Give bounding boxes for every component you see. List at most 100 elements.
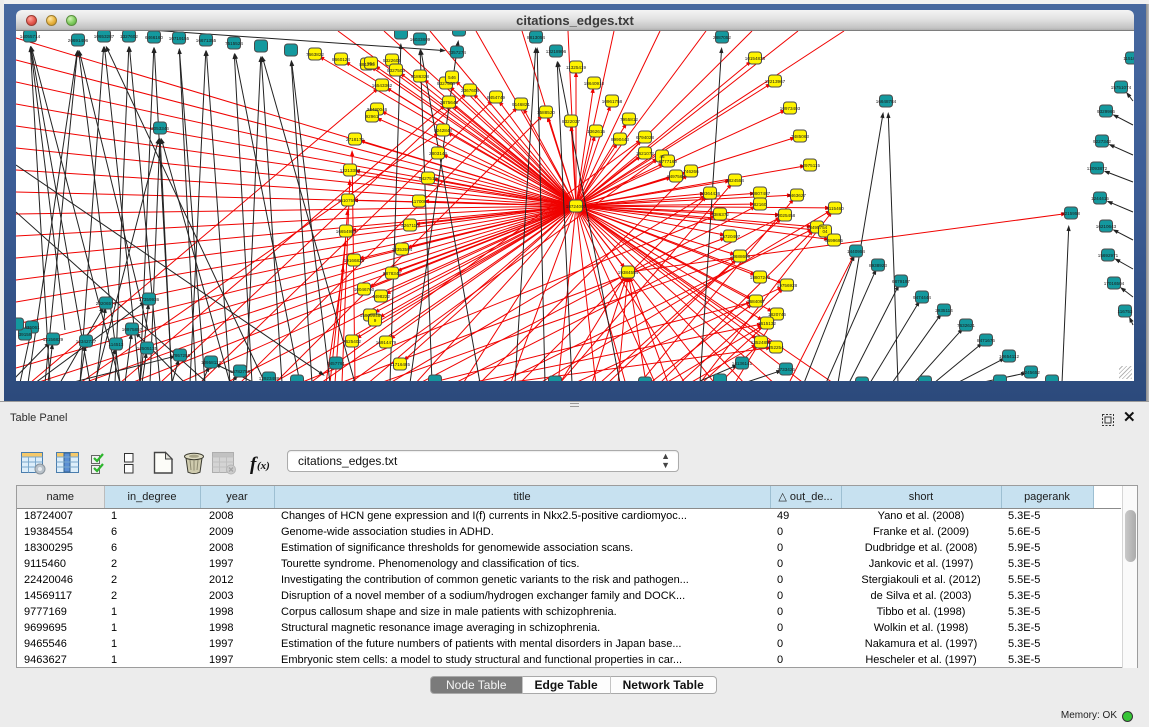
svg-text:17957255: 17957255 [170, 353, 191, 358]
svg-text:10688609: 10688609 [730, 254, 751, 259]
svg-text:9245652: 9245652 [1022, 370, 1040, 375]
svg-text:19384554: 19384554 [618, 270, 639, 275]
svg-text:1244415: 1244415 [1091, 196, 1109, 201]
svg-text:252254: 252254 [768, 345, 784, 350]
svg-text:8813054: 8813054 [527, 35, 545, 40]
svg-text:6879197: 6879197 [892, 279, 910, 284]
svg-text:20206576: 20206576 [96, 301, 117, 306]
svg-text:9329966: 9329966 [1097, 109, 1115, 114]
svg-text:1733426: 1733426 [777, 367, 795, 372]
svg-text:12093872: 12093872 [1087, 166, 1108, 171]
svg-text:7955812: 7955812 [620, 117, 638, 122]
svg-text:6794028: 6794028 [636, 135, 654, 140]
svg-text:9463627: 9463627 [788, 193, 806, 198]
svg-text:3267110: 3267110 [401, 223, 419, 228]
svg-text:3824554: 3824554 [726, 178, 744, 183]
svg-text:1820746: 1820746 [768, 312, 786, 317]
svg-text:1621072: 1621072 [636, 151, 654, 156]
svg-text:17016504: 17016504 [1104, 281, 1125, 286]
svg-text:92961: 92961 [366, 114, 379, 119]
svg-text:8660124: 8660124 [332, 57, 350, 62]
svg-text:15720407: 15720407 [720, 234, 741, 239]
svg-text:11325419: 11325419 [566, 65, 587, 70]
svg-text:117006: 117006 [412, 199, 427, 204]
svg-text:8990443: 8990443 [611, 137, 629, 142]
svg-text:10653287: 10653287 [94, 34, 115, 39]
svg-text:7684067: 7684067 [747, 299, 765, 304]
svg-text:1151074: 1151074 [1123, 56, 1134, 61]
svg-text:1327602: 1327602 [120, 34, 138, 39]
svg-text:1440954: 1440954 [847, 249, 865, 254]
svg-text:9699695: 9699695 [825, 238, 843, 243]
svg-text:9242848: 9242848 [434, 128, 452, 133]
svg-text:2935114: 2935114 [935, 308, 953, 313]
svg-text:19166825: 19166825 [344, 258, 365, 263]
svg-text:14055714: 14055714 [20, 34, 41, 39]
svg-text:114513: 114513 [109, 342, 124, 347]
svg-text:16648784: 16648784 [876, 99, 897, 104]
svg-text:954: 954 [367, 61, 375, 66]
svg-text:8427512: 8427512 [419, 176, 437, 181]
svg-text:12923488: 12923488 [259, 376, 280, 381]
svg-text:12213383: 12213383 [340, 168, 361, 173]
svg-text:15692971: 15692971 [1098, 253, 1119, 258]
svg-text:10046760: 10046760 [354, 287, 375, 292]
svg-text:5322605: 5322605 [383, 58, 401, 63]
svg-text:12353594: 12353594 [392, 247, 413, 252]
svg-text:13218906: 13218906 [546, 49, 567, 54]
svg-text:12975115: 12975115 [800, 163, 821, 168]
svg-text:2718176: 2718176 [346, 137, 364, 142]
svg-text:1362615: 1362615 [587, 129, 605, 134]
svg-text:12505135: 12505135 [137, 346, 158, 351]
svg-text:16914479: 16914479 [376, 340, 397, 345]
svg-text:16654983: 16654983 [336, 229, 357, 234]
svg-text:10807487: 10807487 [750, 191, 771, 196]
svg-text:8454749: 8454749 [487, 95, 505, 100]
svg-text:9474444: 9474444 [913, 295, 931, 300]
svg-text:18807249: 18807249 [750, 275, 771, 280]
svg-text:546: 546 [448, 75, 456, 80]
svg-text:9327508: 9327508 [437, 81, 455, 86]
svg-text:15909948: 15909948 [360, 313, 381, 318]
svg-text:20364436: 20364436 [700, 191, 721, 196]
svg-text:04: 04 [822, 229, 828, 234]
svg-text:82160: 82160 [754, 202, 767, 207]
svg-text:9227342: 9227342 [1093, 139, 1111, 144]
svg-text:9457791: 9457791 [327, 361, 345, 366]
svg-text:9146821: 9146821 [512, 102, 530, 107]
svg-text:7632621: 7632621 [957, 323, 975, 328]
svg-text:11716485: 11716485 [390, 362, 411, 367]
svg-text:8938923: 8938923 [869, 263, 887, 268]
svg-text:9: 9 [374, 318, 377, 323]
svg-text:12342737: 12342737 [76, 339, 97, 344]
svg-text:15751074: 15751074 [1111, 85, 1132, 90]
svg-text:14136141: 14136141 [732, 361, 753, 366]
svg-text:746266: 746266 [683, 169, 699, 174]
svg-text:7625402: 7625402 [343, 339, 361, 344]
svg-text:9777169: 9777169 [659, 159, 677, 164]
svg-text:19756928: 19756928 [777, 283, 798, 288]
svg-text:116753: 116753 [1118, 309, 1133, 314]
svg-text:20691406: 20691406 [68, 38, 89, 43]
svg-text:10654112: 10654112 [999, 354, 1020, 359]
svg-text:7515524: 7515524 [225, 41, 243, 46]
svg-text:435061: 435061 [24, 325, 40, 330]
svg-text:2053346: 2053346 [151, 126, 169, 131]
svg-text:18640910: 18640910 [584, 81, 605, 86]
svg-text:1588520: 1588520 [537, 110, 555, 115]
svg-text:12156829: 12156829 [43, 337, 64, 342]
svg-text:16671355: 16671355 [196, 38, 217, 43]
svg-text:8471676: 8471676 [977, 338, 995, 343]
svg-text:10975857: 10975857 [122, 327, 143, 332]
svg-text:39159: 39159 [19, 332, 32, 337]
svg-text:5878342: 5878342 [383, 271, 401, 276]
svg-text:2887052: 2887052 [713, 35, 731, 40]
svg-text:18724007: 18724007 [566, 204, 587, 209]
svg-text:7386372: 7386372 [711, 212, 729, 217]
svg-text:10154838: 10154838 [745, 56, 766, 61]
svg-text:12213967: 12213967 [765, 79, 786, 84]
svg-text:1615132: 1615132 [758, 321, 776, 326]
svg-text:6497568: 6497568 [667, 174, 685, 179]
svg-text:7663822: 7663822 [306, 52, 324, 57]
svg-text:17359936: 17359936 [139, 297, 160, 302]
